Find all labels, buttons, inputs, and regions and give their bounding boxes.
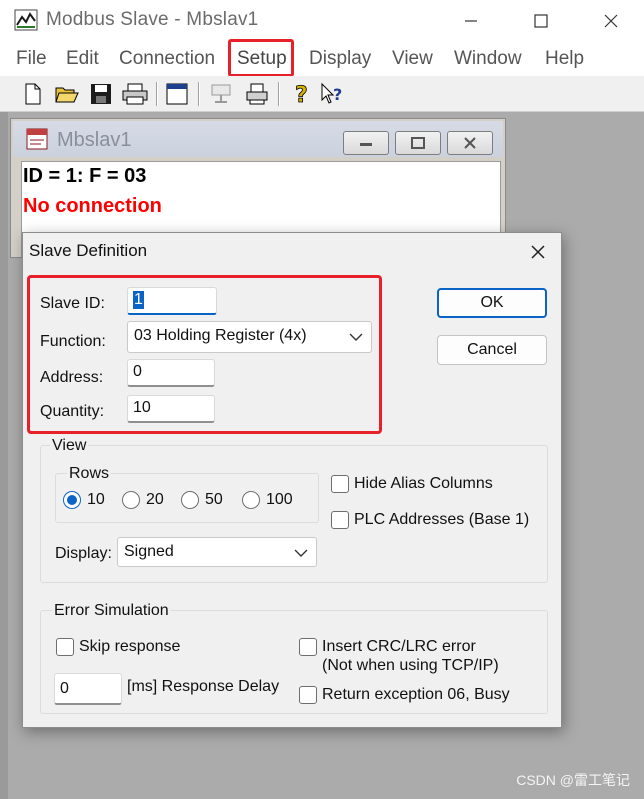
display-label: Display:	[55, 545, 112, 562]
child-title: Mbslav1	[57, 129, 132, 151]
toolbar: ? ?	[0, 76, 644, 112]
rows-option-label: 100	[266, 491, 293, 508]
slave-id-line: ID = 1: F = 03	[23, 165, 147, 187]
hide-alias-checkbox[interactable]	[331, 475, 349, 493]
window-title: Modbus Slave - Mbslav1	[46, 9, 259, 30]
app-icon	[14, 9, 38, 31]
skip-response-checkbox[interactable]	[56, 638, 74, 656]
dialog-close-button[interactable]	[523, 237, 553, 267]
close-icon	[604, 14, 618, 28]
minimize-button[interactable]	[448, 0, 494, 42]
insert-crc-checkbox[interactable]	[299, 638, 317, 656]
cancel-button[interactable]: Cancel	[437, 335, 547, 365]
rows-radio-100[interactable]	[242, 491, 260, 509]
display-select[interactable]: Signed	[117, 537, 317, 567]
return-exception-checkbox[interactable]	[299, 686, 317, 704]
skip-response-label: Skip response	[79, 638, 181, 655]
close-icon	[531, 245, 545, 259]
open-folder-icon[interactable]	[54, 81, 80, 107]
rows-option-label: 50	[205, 491, 223, 508]
context-help-icon[interactable]: ?	[320, 81, 346, 107]
window-icon[interactable]	[164, 81, 190, 107]
maximize-icon	[534, 14, 548, 28]
watermark: CSDN @雷工笔记	[516, 772, 630, 788]
error-group-title: Error Simulation	[52, 602, 171, 620]
rows-radio-50[interactable]	[181, 491, 199, 509]
menu-edit[interactable]: Edit	[66, 48, 99, 70]
plc-addresses-label: PLC Addresses (Base 1)	[354, 511, 530, 528]
new-file-icon[interactable]	[20, 81, 46, 107]
view-group-title: View	[50, 437, 89, 455]
insert-crc-label: Insert CRC/LRC error	[322, 638, 476, 655]
toolbar-separator	[278, 82, 280, 106]
title-bar: Modbus Slave - Mbslav1	[0, 0, 644, 42]
rows-radio-20[interactable]	[122, 491, 140, 509]
ok-button[interactable]: OK	[437, 288, 547, 318]
minimize-icon	[360, 143, 372, 146]
child-title-bar[interactable]: Mbslav1	[13, 121, 503, 157]
menu-file[interactable]: File	[16, 48, 47, 70]
toolbar-separator	[156, 82, 158, 106]
dialog-title: Slave Definition	[29, 241, 148, 260]
rows-group-title: Rows	[67, 465, 112, 483]
svg-text:?: ?	[295, 83, 308, 106]
menu-connection[interactable]: Connection	[119, 48, 215, 70]
printer-device-icon[interactable]	[244, 81, 270, 107]
menu-display[interactable]: Display	[309, 48, 371, 70]
hide-alias-label: Hide Alias Columns	[354, 475, 493, 492]
svg-text:?: ?	[333, 85, 342, 104]
print-icon[interactable]	[122, 81, 148, 107]
child-maximize-button[interactable]	[395, 131, 441, 155]
save-icon[interactable]	[88, 81, 114, 107]
connect-icon[interactable]	[208, 81, 234, 107]
connection-status: No connection	[23, 195, 162, 217]
insert-crc-note: (Not when using TCP/IP)	[322, 657, 499, 674]
rows-option-label: 20	[146, 491, 164, 508]
close-icon	[464, 137, 476, 149]
child-close-button[interactable]	[447, 131, 493, 155]
menu-help[interactable]: Help	[545, 48, 584, 70]
maximize-icon	[411, 137, 425, 149]
plc-addresses-checkbox[interactable]	[331, 511, 349, 529]
response-delay-input[interactable]: 0	[54, 673, 122, 705]
chevron-down-icon	[294, 549, 308, 557]
close-window-button[interactable]	[588, 0, 634, 42]
response-delay-label: [ms] Response Delay	[127, 678, 280, 695]
return-exception-label: Return exception 06, Busy	[322, 686, 510, 703]
menu-view[interactable]: View	[392, 48, 433, 70]
maximize-button[interactable]	[518, 0, 564, 42]
slave-fields-highlight-box	[27, 275, 382, 434]
document-icon	[25, 127, 49, 156]
rows-radio-10[interactable]	[63, 491, 81, 509]
toolbar-separator	[198, 82, 200, 106]
setup-highlight-box	[228, 39, 294, 77]
rows-option-label: 10	[87, 491, 105, 508]
left-edge	[0, 112, 8, 799]
child-minimize-button[interactable]	[343, 131, 389, 155]
menu-window[interactable]: Window	[454, 48, 522, 70]
help-icon[interactable]: ?	[288, 81, 314, 107]
minimize-icon	[465, 20, 477, 22]
menu-bar: File Edit Connection Setup Display View …	[0, 42, 644, 76]
